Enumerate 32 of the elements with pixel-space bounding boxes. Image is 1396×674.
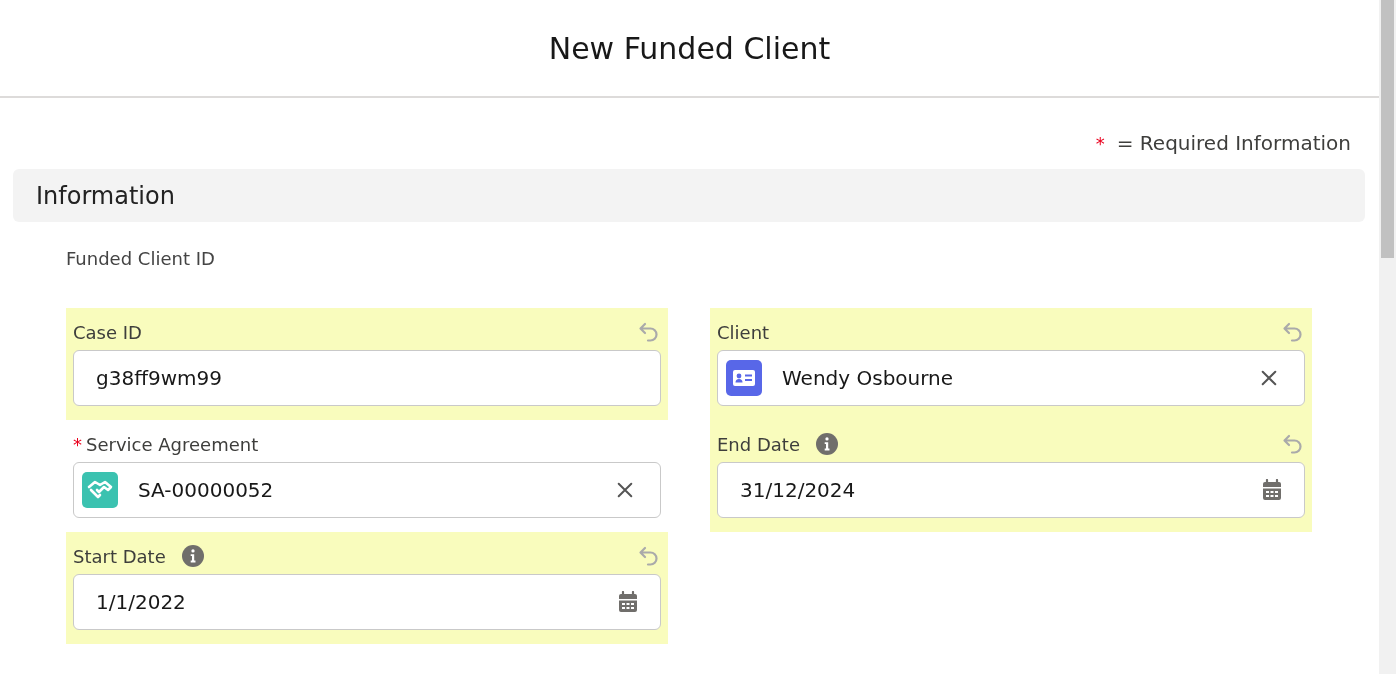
lookup-field[interactable]: Wendy Osbourne <box>717 350 1305 406</box>
field-label: Case ID <box>73 321 142 343</box>
contact-card-icon <box>726 360 762 396</box>
calendar-icon[interactable] <box>1262 479 1282 501</box>
clear-icon[interactable] <box>1260 369 1278 387</box>
field-label: Funded Client ID <box>66 248 216 271</box>
input-field[interactable]: g38ff9wm99 <box>73 350 661 406</box>
scrollbar-thumb[interactable] <box>1381 0 1394 258</box>
field-value: 31/12/2024 <box>739 478 856 502</box>
required-legend: = Required Information <box>1116 131 1351 155</box>
required-asterisk: * <box>73 433 82 455</box>
field-value: g38ff9wm99 <box>95 366 222 390</box>
info-icon[interactable] <box>815 433 838 455</box>
field-label: Service Agreement <box>86 433 259 455</box>
date-field[interactable]: 1/1/2022 <box>73 574 661 630</box>
field-label: Client <box>717 321 770 343</box>
clear-icon[interactable] <box>616 481 634 499</box>
calendar-icon[interactable] <box>618 591 638 613</box>
field-value: Wendy Osbourne <box>781 366 954 390</box>
date-field[interactable]: 31/12/2024 <box>717 462 1305 518</box>
section-header[interactable]: Information <box>13 169 1365 222</box>
section-title: Information <box>36 181 175 210</box>
field-value: 1/1/2022 <box>95 590 186 614</box>
scrollbar[interactable] <box>1379 0 1396 674</box>
field-label: Start Date <box>73 545 166 567</box>
info-icon[interactable] <box>181 545 204 567</box>
field-value: SA-00000052 <box>137 478 274 502</box>
handshake-icon <box>82 472 118 508</box>
lookup-field[interactable]: SA-00000052 <box>73 462 661 518</box>
required-asterisk: * <box>1095 132 1105 154</box>
field-label: End Date <box>717 433 800 455</box>
modal-title: New Funded Client <box>548 30 831 66</box>
